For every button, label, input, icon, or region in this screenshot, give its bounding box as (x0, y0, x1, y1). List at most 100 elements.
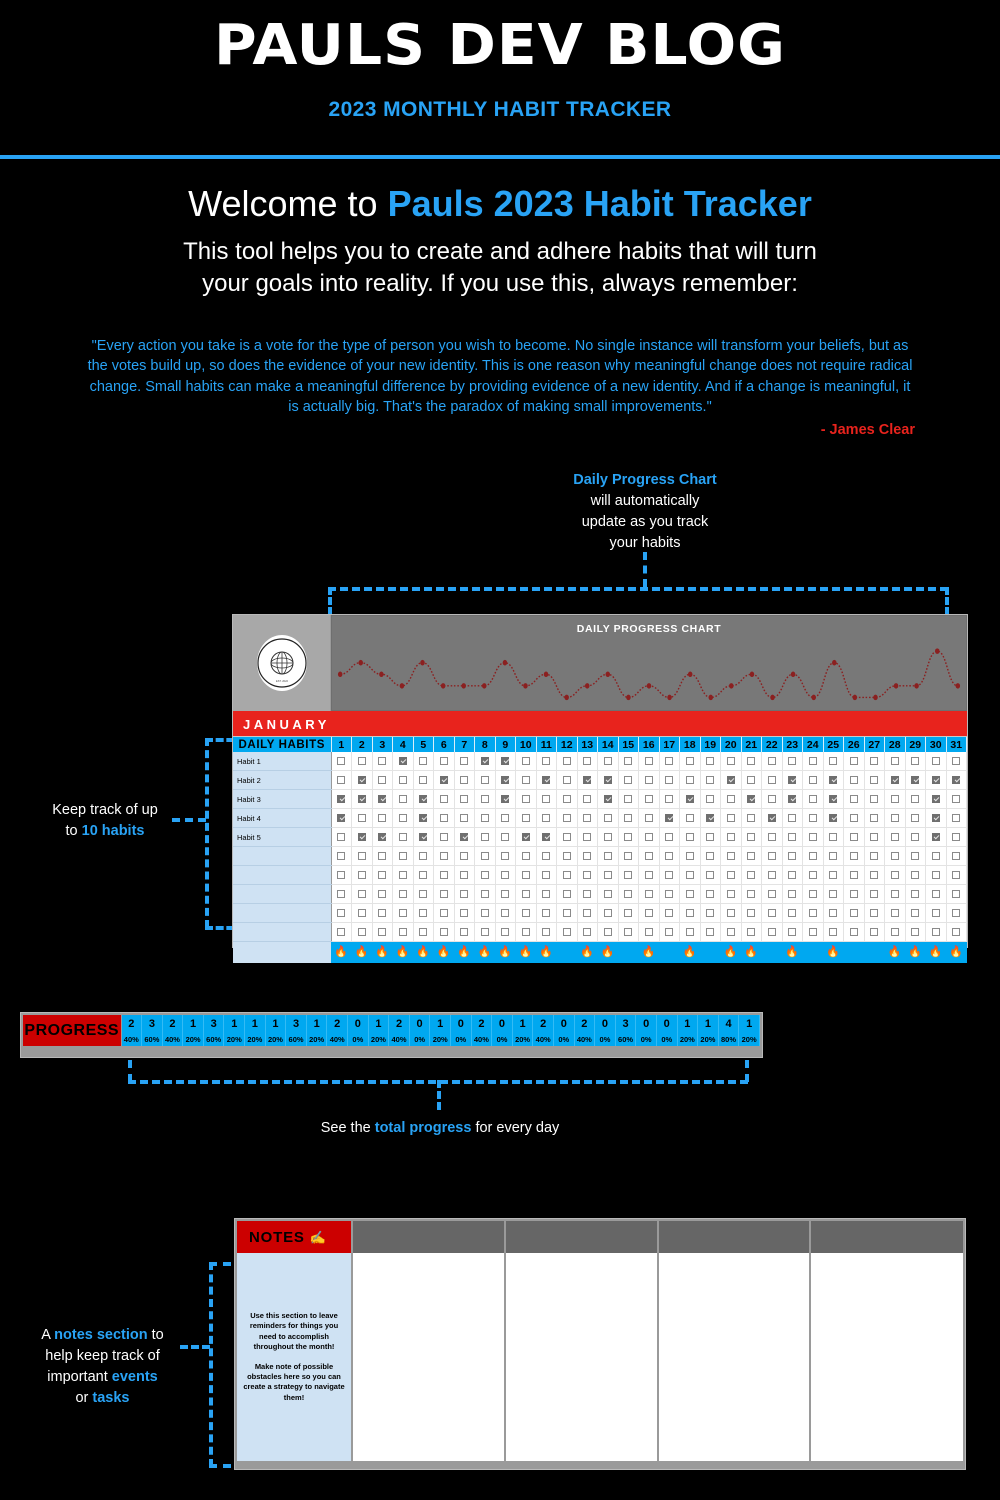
habit-checkbox-cell[interactable] (331, 847, 352, 866)
habit-checkbox-cell[interactable] (946, 904, 967, 923)
checkbox-unchecked-icon[interactable] (911, 814, 919, 822)
checkbox-unchecked-icon[interactable] (870, 871, 878, 879)
habit-checkbox-cell[interactable] (782, 771, 803, 790)
habit-checkbox-cell[interactable] (598, 790, 619, 809)
habit-checkbox-cell[interactable] (557, 847, 578, 866)
checkbox-unchecked-icon[interactable] (440, 852, 448, 860)
checkbox-unchecked-icon[interactable] (481, 871, 489, 879)
habit-checkbox-cell[interactable] (864, 828, 885, 847)
checkbox-unchecked-icon[interactable] (604, 909, 612, 917)
checkbox-unchecked-icon[interactable] (419, 757, 427, 765)
habit-checkbox-cell[interactable] (762, 847, 783, 866)
habit-checkbox-cell[interactable] (823, 847, 844, 866)
habit-checkbox-cell[interactable] (680, 790, 701, 809)
checkbox-unchecked-icon[interactable] (419, 852, 427, 860)
habit-checkbox-cell[interactable] (352, 771, 373, 790)
checkbox-unchecked-icon[interactable] (829, 757, 837, 765)
habit-checkbox-cell[interactable] (741, 847, 762, 866)
habit-checkbox-cell[interactable] (803, 790, 824, 809)
checkbox-unchecked-icon[interactable] (604, 757, 612, 765)
checkbox-unchecked-icon[interactable] (440, 890, 448, 898)
habit-checkbox-cell[interactable] (393, 847, 414, 866)
habit-checkbox-cell[interactable] (905, 790, 926, 809)
habit-checkbox-cell[interactable] (741, 904, 762, 923)
checkbox-unchecked-icon[interactable] (481, 852, 489, 860)
habit-checkbox-cell[interactable] (762, 752, 783, 771)
habit-checkbox-cell[interactable] (659, 885, 680, 904)
habit-checkbox-cell[interactable] (475, 847, 496, 866)
checkbox-unchecked-icon[interactable] (604, 814, 612, 822)
checkbox-unchecked-icon[interactable] (501, 928, 509, 936)
habit-checkbox-cell[interactable] (926, 828, 947, 847)
checkbox-checked-icon[interactable] (891, 776, 899, 784)
checkbox-unchecked-icon[interactable] (870, 814, 878, 822)
checkbox-unchecked-icon[interactable] (399, 909, 407, 917)
habit-checkbox-cell[interactable] (434, 885, 455, 904)
habit-checkbox-cell[interactable] (618, 904, 639, 923)
checkbox-unchecked-icon[interactable] (952, 909, 960, 917)
habit-checkbox-cell[interactable] (557, 904, 578, 923)
habit-checkbox-cell[interactable] (516, 771, 537, 790)
checkbox-unchecked-icon[interactable] (911, 928, 919, 936)
checkbox-unchecked-icon[interactable] (522, 814, 530, 822)
habit-checkbox-cell[interactable] (946, 790, 967, 809)
habit-checkbox-cell[interactable] (946, 885, 967, 904)
checkbox-unchecked-icon[interactable] (932, 871, 940, 879)
checkbox-checked-icon[interactable] (501, 757, 509, 765)
habit-checkbox-cell[interactable] (495, 885, 516, 904)
checkbox-unchecked-icon[interactable] (563, 833, 571, 841)
habit-checkbox-cell[interactable] (885, 752, 906, 771)
habit-checkbox-cell[interactable] (434, 923, 455, 942)
habit-checkbox-cell[interactable] (372, 752, 393, 771)
habit-name-input[interactable] (233, 923, 331, 942)
habit-checkbox-cell[interactable] (413, 904, 434, 923)
checkbox-unchecked-icon[interactable] (460, 776, 468, 784)
habit-checkbox-cell[interactable] (618, 847, 639, 866)
habit-checkbox-cell[interactable] (680, 809, 701, 828)
checkbox-checked-icon[interactable] (788, 776, 796, 784)
checkbox-unchecked-icon[interactable] (358, 757, 366, 765)
habit-checkbox-cell[interactable] (885, 828, 906, 847)
habit-checkbox-cell[interactable] (700, 847, 721, 866)
habit-checkbox-cell[interactable] (618, 828, 639, 847)
habit-checkbox-cell[interactable] (434, 828, 455, 847)
checkbox-unchecked-icon[interactable] (337, 890, 345, 898)
checkbox-unchecked-icon[interactable] (891, 909, 899, 917)
checkbox-unchecked-icon[interactable] (850, 776, 858, 784)
checkbox-unchecked-icon[interactable] (481, 909, 489, 917)
habit-checkbox-cell[interactable] (495, 771, 516, 790)
habit-name-input[interactable]: Habit 4 (233, 809, 331, 828)
habit-checkbox-cell[interactable] (905, 923, 926, 942)
habit-checkbox-cell[interactable] (782, 752, 803, 771)
habit-name-input[interactable]: Habit 5 (233, 828, 331, 847)
checkbox-unchecked-icon[interactable] (645, 776, 653, 784)
checkbox-unchecked-icon[interactable] (768, 909, 776, 917)
habit-checkbox-cell[interactable] (618, 885, 639, 904)
habit-checkbox-cell[interactable] (680, 904, 701, 923)
checkbox-unchecked-icon[interactable] (563, 928, 571, 936)
habit-checkbox-cell[interactable] (495, 904, 516, 923)
checkbox-checked-icon[interactable] (378, 795, 386, 803)
checkbox-unchecked-icon[interactable] (665, 928, 673, 936)
checkbox-unchecked-icon[interactable] (419, 776, 427, 784)
habit-checkbox-cell[interactable] (618, 809, 639, 828)
notes-entry-cell-2[interactable] (505, 1253, 658, 1461)
habit-checkbox-cell[interactable] (495, 847, 516, 866)
checkbox-unchecked-icon[interactable] (481, 814, 489, 822)
checkbox-checked-icon[interactable] (727, 776, 735, 784)
checkbox-checked-icon[interactable] (419, 833, 427, 841)
habit-checkbox-cell[interactable] (495, 866, 516, 885)
habit-checkbox-cell[interactable] (680, 923, 701, 942)
habit-checkbox-cell[interactable] (393, 866, 414, 885)
habit-checkbox-cell[interactable] (905, 809, 926, 828)
habit-checkbox-cell[interactable] (536, 847, 557, 866)
checkbox-unchecked-icon[interactable] (645, 833, 653, 841)
habit-checkbox-cell[interactable] (700, 809, 721, 828)
habit-checkbox-cell[interactable] (762, 866, 783, 885)
checkbox-unchecked-icon[interactable] (542, 814, 550, 822)
habit-checkbox-cell[interactable] (577, 809, 598, 828)
habit-checkbox-cell[interactable] (659, 771, 680, 790)
checkbox-unchecked-icon[interactable] (460, 795, 468, 803)
checkbox-unchecked-icon[interactable] (727, 795, 735, 803)
checkbox-unchecked-icon[interactable] (809, 852, 817, 860)
